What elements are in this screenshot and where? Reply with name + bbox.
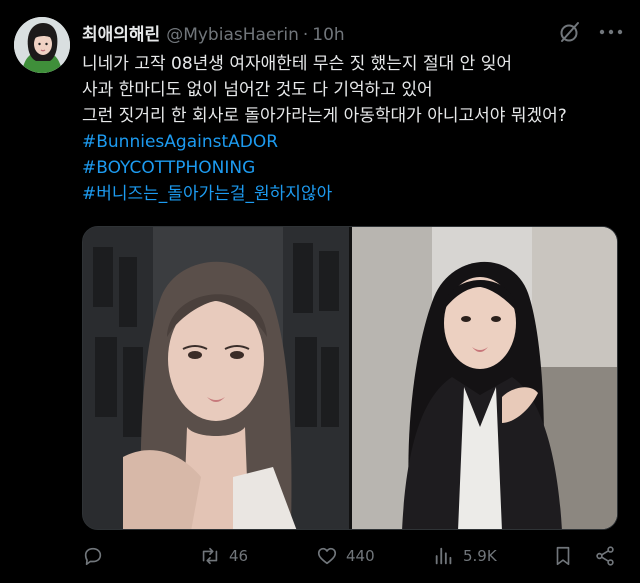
avatar[interactable] (14, 17, 70, 73)
avatar-image (14, 17, 70, 73)
bookmark-button[interactable] (552, 544, 574, 568)
tweet-header: 최애의해린 @MybiasHaerin · 10h (82, 20, 345, 46)
hashtag-link[interactable]: #BunniesAgainstADOR (82, 129, 630, 155)
retweet-icon (202, 547, 218, 565)
reply-button[interactable] (82, 544, 112, 568)
photo-2[interactable] (352, 227, 617, 529)
tweet-line: 사과 한마디도 없이 넘어간 것도 다 기억하고 있어 (82, 80, 433, 100)
like-count: 440 (346, 547, 375, 565)
more-options-icon[interactable] (598, 24, 624, 40)
views-button[interactable]: 5.9K (433, 544, 497, 568)
tweet: 최애의해린 @MybiasHaerin · 10h 니네가 고작 08년생 여자… (0, 0, 640, 583)
grok-icon[interactable] (558, 20, 582, 44)
retweet-button[interactable]: 46 (199, 544, 248, 568)
retweet-count: 46 (229, 547, 249, 565)
reply-icon (84, 547, 102, 566)
like-button[interactable]: 440 (316, 544, 375, 568)
timestamp[interactable]: 10h (312, 25, 344, 45)
tweet-line: 그런 짓거리 한 회사로 돌아가라는게 아동학대가 아니고서야 뭐겠어? (82, 106, 567, 126)
hashtag-link[interactable]: #버니즈는_돌아가는걸_원하지않아 (82, 181, 630, 207)
portrait-photo (352, 227, 617, 529)
hashtag-link[interactable]: #BOYCOTTPHONING (82, 155, 630, 181)
bookmark-icon (556, 546, 570, 566)
views-icon (435, 547, 452, 565)
user-handle[interactable]: @MybiasHaerin (166, 25, 299, 45)
photo-1[interactable] (83, 227, 349, 529)
media-grid (82, 226, 618, 530)
share-icon (596, 546, 614, 566)
tweet-text: 니네가 고작 08년생 여자애한테 무슨 짓 했는지 절대 안 잊어 사과 한마… (82, 51, 630, 207)
heart-icon (317, 547, 337, 565)
portrait-photo (83, 227, 349, 529)
display-name[interactable]: 최애의해린 (82, 20, 160, 45)
action-bar: 46 440 5.9K (82, 544, 622, 568)
views-count: 5.9K (463, 547, 497, 565)
tweet-line: 니네가 고작 08년생 여자애한테 무슨 짓 했는지 절대 안 잊어 (82, 54, 512, 74)
share-button[interactable] (594, 544, 616, 568)
separator-dot: · (302, 25, 309, 45)
